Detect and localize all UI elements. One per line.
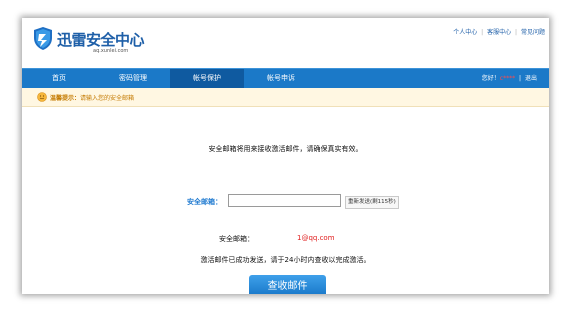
user-separator: | — [519, 75, 522, 82]
email-input[interactable] — [228, 194, 341, 207]
info-face-icon — [37, 92, 47, 102]
nav-item-home[interactable]: 首页 — [22, 69, 96, 88]
tip-text: 请输入您的安全邮箱 — [80, 95, 135, 102]
logo-title: 迅雷安全中心 — [57, 31, 145, 49]
customer-service-link[interactable]: 客服中心 — [487, 29, 511, 36]
main-nav: 首页 密码管理 帐号保护 帐号申诉 您好！c**** | 退出 — [22, 68, 549, 88]
tip-label: 温馨提示： — [50, 95, 81, 102]
link-separator: | — [515, 29, 518, 36]
main-content: 安全邮箱将用来接收激活邮件，请确保真实有效。 安全邮箱： 重新发送(剩115秒)… — [22, 107, 549, 294]
check-mail-button[interactable]: 查收邮件 — [249, 275, 326, 294]
nav-item-account-appeal[interactable]: 帐号申诉 — [244, 69, 318, 88]
top-links: 个人中心 | 客服中心 | 常见问题 — [453, 27, 545, 36]
tip-message: 温馨提示：请输入您的安全邮箱 — [50, 93, 134, 102]
logout-link[interactable]: 退出 — [525, 75, 537, 82]
personal-center-link[interactable]: 个人中心 — [453, 29, 477, 36]
page-header: 迅雷安全中心 aq.xunlei.com 个人中心 | 客服中心 | 常见问题 — [22, 18, 549, 68]
link-separator: | — [481, 29, 484, 36]
safe-email-value: 1@qq.com — [297, 234, 335, 242]
username: c**** — [499, 75, 516, 82]
instruction-text: 安全邮箱将用来接收激活邮件，请确保真实有效。 — [208, 145, 363, 153]
nav-item-account-protection[interactable]: 帐号保护 — [170, 69, 244, 88]
browser-frame: 迅雷安全中心 aq.xunlei.com 个人中心 | 客服中心 | 常见问题 … — [22, 18, 549, 294]
resend-button[interactable]: 重新发送(剩115秒) — [345, 196, 399, 209]
success-message: 激活邮件已成功发送，请于24小时内查收以完成激活。 — [200, 256, 371, 264]
user-info: 您好！c**** | 退出 — [482, 69, 537, 88]
logo-subtitle: aq.xunlei.com — [93, 48, 129, 54]
greeting-text: 您好！ — [481, 75, 500, 82]
tip-bar: 温馨提示：请输入您的安全邮箱 — [22, 88, 549, 107]
safe-email-label: 安全邮箱： — [219, 235, 254, 243]
nav-item-password[interactable]: 密码管理 — [96, 69, 170, 88]
shield-logo-icon — [34, 27, 52, 50]
email-label: 安全邮箱： — [187, 198, 222, 206]
faq-link[interactable]: 常见问题 — [521, 29, 545, 36]
